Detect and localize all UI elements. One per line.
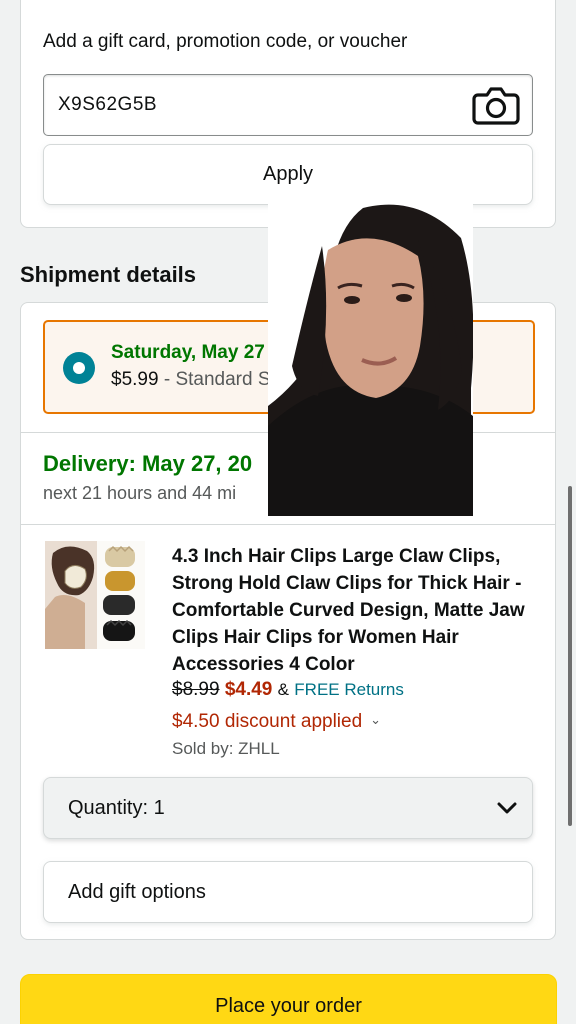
promo-card: Add a gift card, promotion code, or vouc… xyxy=(20,0,556,228)
shipment-section-title: Shipment details xyxy=(20,262,197,287)
product-title[interactable]: 4.3 Inch Hair Clips Large Claw Clips, St… xyxy=(172,543,542,678)
quantity-label: Quantity: xyxy=(68,797,149,819)
chevron-down-small-icon[interactable]: ⌄ xyxy=(370,712,381,727)
sale-price: $4.49 xyxy=(224,679,273,700)
shipping-option-price: $5.99 xyxy=(111,369,159,390)
quantity-value: 1 xyxy=(153,797,165,819)
shipping-option-separator: - xyxy=(158,369,176,390)
place-order-button[interactable]: Place your order xyxy=(20,974,557,1024)
video-overlay xyxy=(268,200,473,516)
price-line: $8.99 $4.49 & FREE Returns xyxy=(172,679,404,701)
apply-button[interactable]: Apply xyxy=(43,144,533,205)
returns-prefix: & xyxy=(277,680,289,699)
shipping-option-date: Saturday, May 27 xyxy=(111,342,265,363)
quantity-select[interactable]: Quantity: 1 xyxy=(43,777,533,839)
scrollbar[interactable] xyxy=(568,486,572,826)
sold-by: Sold by: ZHLL xyxy=(172,739,280,758)
original-price: $8.99 xyxy=(172,679,220,700)
camera-icon[interactable] xyxy=(472,87,520,125)
delivery-headline: Delivery: May 27, 20 xyxy=(43,451,253,476)
promo-code-input[interactable] xyxy=(58,75,458,135)
divider xyxy=(21,524,555,525)
gift-options-label: Add gift options xyxy=(68,881,206,903)
product-image[interactable] xyxy=(45,541,145,649)
discount-applied[interactable]: $4.50 discount applied ⌄ xyxy=(172,711,381,733)
free-returns-link[interactable]: FREE Returns xyxy=(294,680,404,699)
quantity-label-line: Quantity: 1 xyxy=(68,797,165,820)
add-gift-options-button[interactable]: Add gift options xyxy=(43,861,533,923)
promo-label: Add a gift card, promotion code, or vouc… xyxy=(43,31,408,52)
radio-selected-icon[interactable] xyxy=(63,352,95,384)
promo-code-field[interactable] xyxy=(43,74,533,136)
chevron-down-icon[interactable] xyxy=(496,798,518,818)
delivery-countdown: next 21 hours and 44 mi xyxy=(43,483,237,503)
discount-text: $4.50 discount applied xyxy=(172,711,363,732)
